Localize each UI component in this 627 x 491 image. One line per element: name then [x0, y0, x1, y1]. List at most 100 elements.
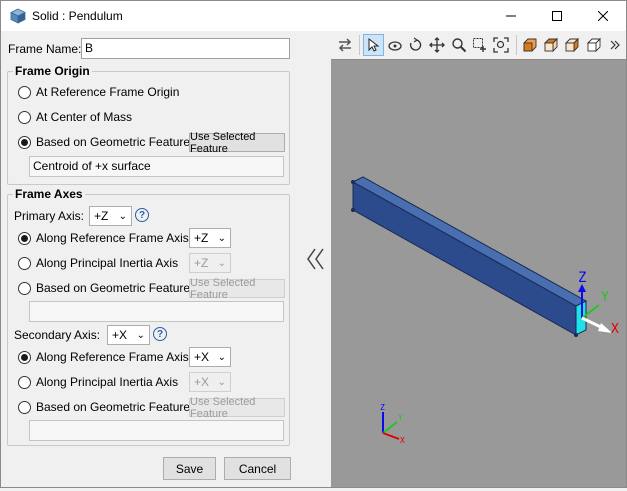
- solid-dialog: Solid : Pendulum Frame Name: B Frame Ori…: [0, 0, 627, 488]
- radio-label: Along Reference Frame Axis: [36, 231, 189, 245]
- solid-cube-icon: [10, 8, 26, 24]
- radio-label: At Center of Mass: [36, 110, 133, 124]
- origin-feature-field: Centroid of +x surface: [29, 156, 284, 177]
- primary-axis-select[interactable]: +Z ⌄: [89, 206, 132, 226]
- radio-button[interactable]: [18, 281, 31, 295]
- radio-button[interactable]: [18, 85, 31, 99]
- fit-view-icon[interactable]: [491, 34, 511, 56]
- radio-label: At Reference Frame Origin: [36, 85, 180, 99]
- primary-radio-geometric[interactable]: Based on Geometric Feature: [18, 278, 190, 298]
- title-bar: Solid : Pendulum: [1, 1, 626, 31]
- iso-view-icon[interactable]: [583, 34, 603, 56]
- radio-label: Based on Geometric Feature: [36, 400, 191, 414]
- front-view-icon[interactable]: [520, 34, 540, 56]
- radio-label: Based on Geometric Feature: [36, 281, 191, 295]
- double-chevron-left-icon: [307, 248, 324, 270]
- orientation-y-label: Y: [398, 413, 403, 422]
- viewer-toolbar: [331, 31, 626, 59]
- select-value: +X: [194, 375, 210, 389]
- help-icon[interactable]: ?: [153, 327, 167, 341]
- top-view-icon[interactable]: [541, 34, 561, 56]
- chevron-down-icon: ⌄: [217, 376, 226, 388]
- frame-origin-title: Frame Origin: [13, 64, 92, 78]
- select-value: +Z: [194, 256, 209, 270]
- chevron-down-icon: ⌄: [217, 351, 226, 363]
- frame-axes-title: Frame Axes: [13, 187, 85, 201]
- select-value: +Z: [194, 231, 209, 245]
- secondary-radio-reference-axis[interactable]: Along Reference Frame Axis: [18, 347, 189, 367]
- triad-y-label: Y: [601, 290, 609, 305]
- swap-icon[interactable]: [335, 34, 355, 56]
- secondary-use-selected-feature-button: Use Selected Feature: [189, 396, 285, 420]
- window-title: Solid : Pendulum: [32, 9, 123, 23]
- radio-button[interactable]: [18, 135, 31, 149]
- radio-label: Along Principal Inertia Axis: [36, 375, 179, 389]
- origin-radio-reference[interactable]: At Reference Frame Origin: [18, 82, 179, 102]
- zoom-icon[interactable]: [449, 34, 469, 56]
- frame-name-input[interactable]: B: [81, 38, 290, 59]
- chevron-down-icon: ⌄: [217, 257, 226, 269]
- primary-radio-reference-axis[interactable]: Along Reference Frame Axis: [18, 228, 189, 248]
- maximize-icon: [552, 11, 562, 21]
- help-icon[interactable]: ?: [135, 208, 149, 222]
- pendulum-body[interactable]: [351, 176, 588, 337]
- radio-label: Based on Geometric Feature: [36, 135, 191, 149]
- chevron-down-icon: ⌄: [136, 329, 145, 341]
- primary-use-selected-feature-button: Use Selected Feature: [189, 277, 285, 301]
- minimize-button[interactable]: [488, 1, 534, 31]
- select-value: +X: [194, 350, 210, 364]
- triad-x-label: X: [611, 322, 619, 337]
- primary-axis-label: Primary Axis:: [14, 209, 85, 223]
- radio-button[interactable]: [18, 110, 31, 124]
- cancel-button[interactable]: Cancel: [224, 457, 291, 480]
- secondary-axis-label: Secondary Axis:: [14, 328, 101, 342]
- origin-use-selected-feature-button[interactable]: Use Selected Feature: [189, 131, 285, 155]
- secondary-axis-select[interactable]: +X ⌄: [107, 325, 150, 345]
- zoom-box-icon[interactable]: [470, 34, 490, 56]
- select-value: +Z: [94, 209, 109, 223]
- collapse-panel-button[interactable]: [301, 31, 331, 487]
- radio-button[interactable]: [18, 400, 31, 414]
- primary-radio-principal-axis[interactable]: Along Principal Inertia Axis: [18, 253, 178, 273]
- more-icon[interactable]: [605, 34, 625, 56]
- primary-principal-axis-select: +Z ⌄: [189, 253, 231, 273]
- property-panel: Frame Name: B Frame Origin At Reference …: [1, 31, 299, 487]
- frame-name-label: Frame Name:: [8, 42, 82, 56]
- rotate-icon[interactable]: [385, 34, 405, 56]
- side-view-icon[interactable]: [562, 34, 582, 56]
- orientation-z-label: Z: [380, 403, 385, 412]
- chevron-down-icon: ⌄: [118, 210, 127, 222]
- toolbar-separator: [515, 35, 517, 55]
- primary-feature-field: [29, 301, 284, 322]
- close-icon: [598, 11, 608, 21]
- secondary-radio-geometric[interactable]: Based on Geometric Feature: [18, 397, 190, 417]
- secondary-radio-principal-axis[interactable]: Along Principal Inertia Axis: [18, 372, 178, 392]
- pan-icon[interactable]: [427, 34, 447, 56]
- radio-button[interactable]: [18, 256, 31, 270]
- primary-reference-axis-select[interactable]: +Z ⌄: [189, 228, 231, 248]
- save-button[interactable]: Save: [163, 457, 216, 480]
- toolbar-separator: [359, 35, 361, 55]
- viewport-canvas[interactable]: Z Y X Z Y X: [331, 60, 626, 488]
- secondary-feature-field: [29, 420, 284, 441]
- orientation-x-label: X: [400, 436, 405, 445]
- radio-button[interactable]: [18, 375, 31, 389]
- origin-radio-geometric[interactable]: Based on Geometric Feature: [18, 132, 190, 152]
- select-icon[interactable]: [363, 34, 384, 56]
- secondary-principal-axis-select: +X ⌄: [189, 372, 231, 392]
- chevron-down-icon: ⌄: [217, 232, 226, 244]
- radio-button[interactable]: [18, 231, 31, 245]
- maximize-button[interactable]: [534, 1, 580, 31]
- secondary-reference-axis-select[interactable]: +X ⌄: [189, 347, 231, 367]
- radio-label: Along Principal Inertia Axis: [36, 256, 179, 270]
- orientation-triad: Z Y X: [380, 403, 405, 445]
- 3d-viewport[interactable]: Z Y X Z Y X: [331, 59, 626, 487]
- origin-radio-center-of-mass[interactable]: At Center of Mass: [18, 107, 132, 127]
- triad-z-label: Z: [578, 270, 586, 286]
- select-value: +X: [112, 328, 128, 342]
- close-button[interactable]: [580, 1, 626, 31]
- minimize-icon: [506, 15, 516, 17]
- radio-button[interactable]: [18, 350, 31, 364]
- radio-label: Along Reference Frame Axis: [36, 350, 189, 364]
- roll-icon[interactable]: [406, 34, 426, 56]
